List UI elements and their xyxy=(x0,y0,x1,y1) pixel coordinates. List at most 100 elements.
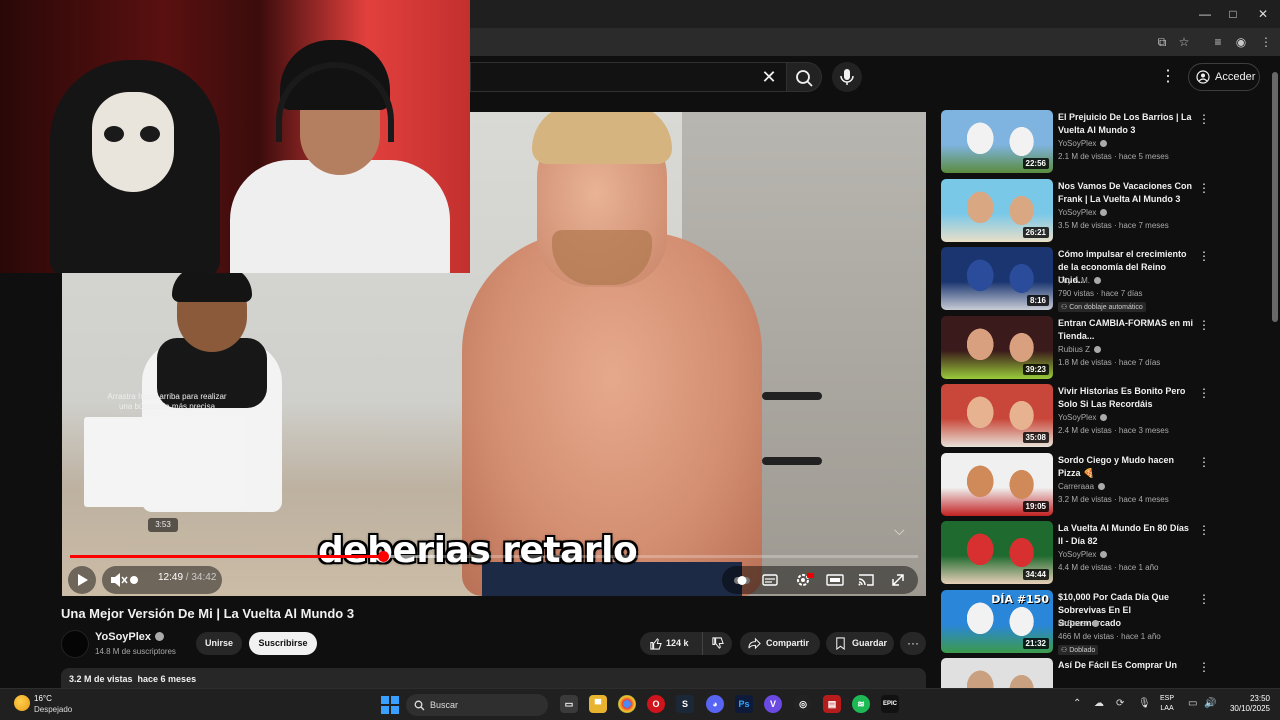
progress-bar[interactable] xyxy=(70,551,918,562)
network-icon[interactable]: ▭ xyxy=(1188,698,1197,709)
recommendation-item[interactable]: 39:23 Entran CAMBIA-FORMAS en mi Tienda..… xyxy=(940,316,1270,380)
recommendation-channel[interactable]: YoSoyPlex xyxy=(1058,139,1108,148)
signin-button[interactable]: Acceder xyxy=(1188,63,1260,91)
file-explorer-icon[interactable]: ▀ xyxy=(589,695,607,713)
recommendation-title[interactable]: El Prejuicio De Los Barrios | La Vuelta … xyxy=(1058,111,1196,137)
join-button[interactable]: Unirse xyxy=(196,632,242,655)
recommendation-item[interactable]: 35:08 Vivir Historias Es Bonito Pero Solo… xyxy=(940,384,1270,448)
spotify-icon[interactable]: ≋ xyxy=(852,695,870,713)
recommendation-thumbnail[interactable]: 22:56 xyxy=(941,110,1053,173)
play-button[interactable] xyxy=(68,566,96,594)
channel-watermark-icon[interactable]: ⌵ xyxy=(894,522,914,538)
media-controls-icon[interactable]: ≡ xyxy=(1208,32,1228,52)
weather-condition[interactable]: Despejado xyxy=(34,705,72,714)
page-scrollbar[interactable] xyxy=(1270,60,1280,690)
recommendation-thumbnail[interactable]: 26:21 xyxy=(941,179,1053,242)
recommendation-item[interactable]: 22:56 El Prejuicio De Los Barrios | La Vu… xyxy=(940,110,1270,174)
like-button[interactable]: 124 k xyxy=(640,632,700,655)
recommendation-thumbnail[interactable]: 34:44 xyxy=(941,521,1053,584)
start-button[interactable] xyxy=(381,696,399,714)
volume-slider-handle[interactable] xyxy=(130,576,138,584)
install-app-icon[interactable]: ⧉ xyxy=(1152,32,1172,52)
recommendation-channel[interactable]: Rubius Z xyxy=(1058,345,1102,354)
chrome-icon[interactable] xyxy=(618,695,636,713)
recommendation-title[interactable]: Vivir Historias Es Bonito Pero Solo Si L… xyxy=(1058,385,1196,411)
recommendation-menu-icon[interactable]: ⋮ xyxy=(1198,659,1210,675)
opera-icon[interactable]: O xyxy=(647,695,665,713)
close-window-button[interactable]: ✕ xyxy=(1248,4,1278,24)
recommendation-title[interactable]: Sordo Ciego y Mudo hacen Pizza 🍕 xyxy=(1058,454,1196,480)
microphone-tray-icon[interactable]: 🎙 xyxy=(1138,698,1151,709)
obs-icon[interactable]: ◎ xyxy=(794,695,812,713)
recommendation-thumbnail[interactable]: 39:23 xyxy=(941,316,1053,379)
recommendation-item[interactable]: 19:05 Sordo Ciego y Mudo hacen Pizza 🍕 Car… xyxy=(940,453,1270,517)
save-button[interactable]: Guardar xyxy=(826,632,894,655)
subtitles-button[interactable] xyxy=(756,566,784,594)
recommendation-thumbnail[interactable]: DÍA #150 21:32 xyxy=(941,590,1053,653)
discord-icon[interactable]: ◕ xyxy=(706,695,724,713)
scrollbar-thumb[interactable] xyxy=(1272,72,1278,322)
scrubber-handle[interactable] xyxy=(377,551,389,562)
recommendation-item[interactable]: DÍA #150 21:32 $10,000 Por Cada Día Que So… xyxy=(940,590,1270,655)
recommendation-item[interactable]: 8:16 Cómo impulsar el crecimiento de la e… xyxy=(940,247,1270,312)
maximize-button[interactable]: □ xyxy=(1218,4,1248,24)
recommendation-channel[interactable]: YoSoyPlex xyxy=(1058,208,1108,217)
recommendation-channel[interactable]: MrBeast xyxy=(1058,619,1099,628)
search-button[interactable] xyxy=(786,62,822,92)
epic-games-icon[interactable]: EPIC xyxy=(881,695,899,713)
recommendation-menu-icon[interactable]: ⋮ xyxy=(1198,248,1210,264)
recommendation-title[interactable]: La Vuelta Al Mundo En 80 Días II - Día 8… xyxy=(1058,522,1196,548)
volume-icon[interactable]: 🔊 xyxy=(1204,698,1216,709)
photoshop-icon[interactable]: Ps xyxy=(735,695,753,713)
recommendation-thumbnail[interactable] xyxy=(941,658,1053,688)
recommendation-menu-icon[interactable]: ⋮ xyxy=(1198,454,1210,470)
browser-menu-icon[interactable]: ⋮ xyxy=(1256,32,1276,52)
system-clock[interactable]: 23:50 30/10/2025 xyxy=(1222,694,1270,714)
recommendation-item[interactable]: 34:44 La Vuelta Al Mundo En 80 Días II - … xyxy=(940,521,1270,585)
recommendation-menu-icon[interactable]: ⋮ xyxy=(1198,522,1210,538)
recommendation-menu-icon[interactable]: ⋮ xyxy=(1198,317,1210,333)
minimize-button[interactable]: — xyxy=(1190,4,1220,24)
share-button[interactable]: Compartir xyxy=(740,632,820,655)
steam-icon[interactable]: S xyxy=(676,695,694,713)
recommendation-menu-icon[interactable]: ⋮ xyxy=(1198,385,1210,401)
recommendation-channel[interactable]: YoSoyPlex xyxy=(1058,550,1108,559)
search-input[interactable] xyxy=(470,62,788,92)
sync-icon[interactable]: ⟳ xyxy=(1116,698,1124,709)
input-language[interactable]: ESP LAA xyxy=(1160,694,1174,714)
recommendation-thumbnail[interactable]: 19:05 xyxy=(941,453,1053,516)
recommendation-title[interactable]: Así De Fácil Es Comprar Un xyxy=(1058,659,1196,672)
recommendation-channel[interactable]: YoSoyPlex xyxy=(1058,413,1108,422)
recommendation-channel[interactable]: City A.M. xyxy=(1058,276,1102,285)
theater-mode-button[interactable] xyxy=(821,566,849,594)
cast-button[interactable] xyxy=(852,566,880,594)
weather-icon[interactable] xyxy=(14,695,30,711)
weather-temperature[interactable]: 16°C xyxy=(34,694,52,703)
subscribe-button[interactable]: Suscribirse xyxy=(249,632,317,655)
channel-name-link[interactable]: YoSoyPlex xyxy=(95,631,165,643)
recommendation-menu-icon[interactable]: ⋮ xyxy=(1198,111,1210,127)
profile-icon[interactable]: ◉ xyxy=(1231,32,1251,52)
settings-button[interactable] xyxy=(789,566,817,594)
onedrive-icon[interactable]: ☁ xyxy=(1094,698,1104,709)
show-hidden-icons[interactable]: ⌃ xyxy=(1073,698,1081,709)
exit-miniplayer-button[interactable] xyxy=(884,566,912,594)
bookmark-star-icon[interactable]: ☆ xyxy=(1174,32,1194,52)
vpn-icon[interactable]: V xyxy=(764,695,782,713)
autoplay-toggle[interactable] xyxy=(728,566,756,594)
clear-search-icon[interactable]: ✕ xyxy=(756,64,782,90)
recommendation-thumbnail[interactable]: 8:16 xyxy=(941,247,1053,310)
recommendation-item[interactable]: 26:21 Nos Vamos De Vacaciones Con Frank |… xyxy=(940,179,1270,243)
voice-search-button[interactable] xyxy=(832,62,862,92)
recommendation-thumbnail[interactable]: 35:08 xyxy=(941,384,1053,447)
recommendation-title[interactable]: Entran CAMBIA-FORMAS en mi Tienda... xyxy=(1058,317,1196,343)
channel-avatar[interactable] xyxy=(61,630,89,658)
recommendation-menu-icon[interactable]: ⋮ xyxy=(1198,591,1210,607)
recommendation-title[interactable]: Nos Vamos De Vacaciones Con Frank | La V… xyxy=(1058,180,1196,206)
mute-button[interactable] xyxy=(104,566,132,594)
recommendation-menu-icon[interactable]: ⋮ xyxy=(1198,180,1210,196)
more-actions-button[interactable]: ··· xyxy=(900,632,926,655)
dislike-button[interactable] xyxy=(702,632,732,655)
task-view-icon[interactable]: ▭ xyxy=(560,695,578,713)
recommendation-item[interactable]: Así De Fácil Es Comprar Un ⋮ xyxy=(940,658,1270,688)
